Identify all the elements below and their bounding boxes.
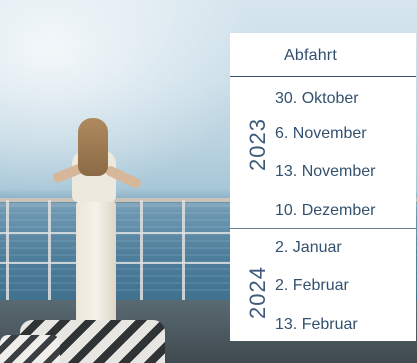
- header-divider: [230, 76, 416, 77]
- year-divider: [230, 228, 416, 229]
- railing-post: [140, 200, 143, 310]
- woman-figure-hair: [78, 118, 108, 176]
- railing-post: [48, 200, 51, 310]
- departure-date: 2. Januar: [275, 239, 342, 256]
- railing-post: [6, 200, 9, 310]
- railing-post: [182, 200, 185, 310]
- departure-date: 2. Februar: [275, 277, 349, 294]
- departure-dates-panel: Abfahrt 2023 30. Oktober 6. November 13.…: [230, 33, 416, 341]
- departure-heading: Abfahrt: [284, 47, 337, 64]
- departure-date: 10. Dezember: [275, 202, 376, 219]
- departure-date: 13. Februar: [275, 316, 358, 333]
- departure-date: 13. November: [275, 163, 376, 180]
- departure-date: 30. Oktober: [275, 90, 359, 107]
- year-label-2024: 2024: [245, 266, 270, 319]
- striped-cushion: [0, 335, 60, 363]
- departure-date: 6. November: [275, 125, 367, 142]
- sky-glow: [0, 0, 260, 200]
- year-label-2023: 2023: [245, 118, 270, 171]
- panel-header: Abfahrt: [230, 33, 416, 76]
